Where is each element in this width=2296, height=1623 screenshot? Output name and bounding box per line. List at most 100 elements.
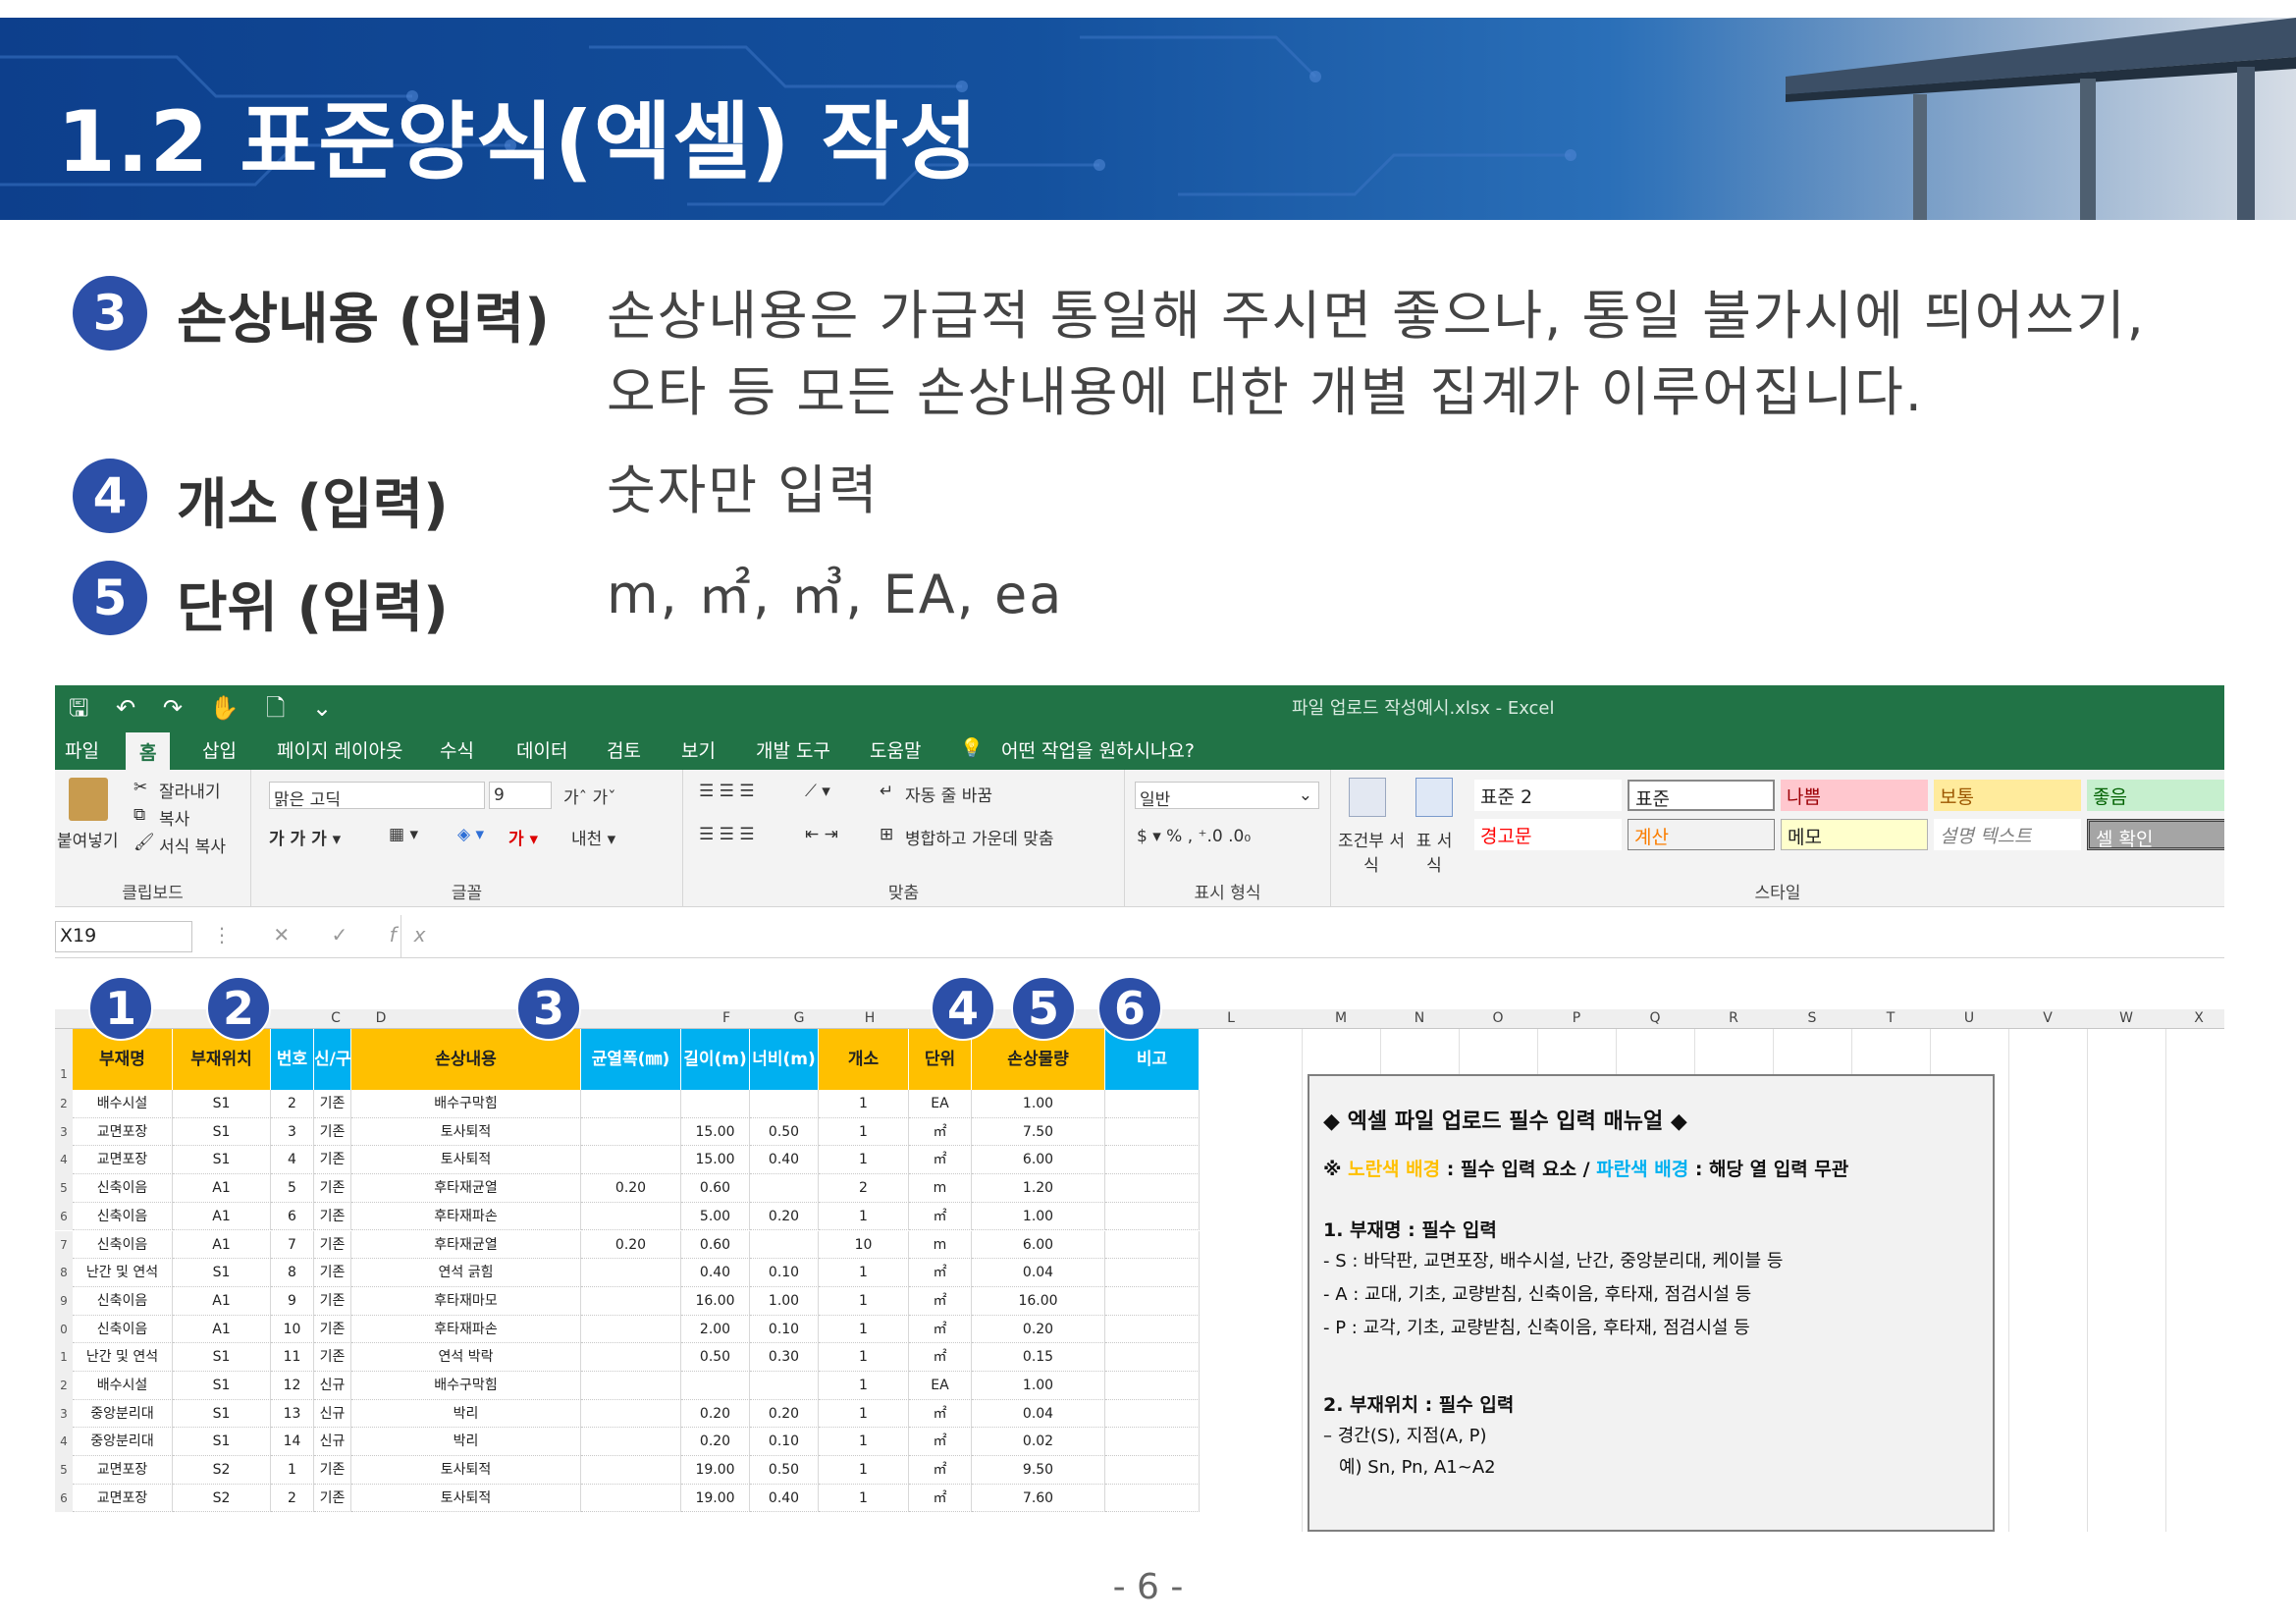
table-cell[interactable]: 1.00 — [972, 1202, 1105, 1231]
style-neutral[interactable]: 보통 — [1934, 780, 2081, 811]
table-cell[interactable]: A1 — [173, 1315, 271, 1344]
column-header[interactable]: 개소 — [819, 1029, 909, 1090]
column-letter[interactable]: X — [2179, 1010, 2218, 1026]
table-cell[interactable] — [1105, 1117, 1200, 1147]
table-cell[interactable]: A1 — [173, 1202, 271, 1231]
table-cell[interactable] — [1105, 1372, 1200, 1400]
table-cell[interactable]: A1 — [173, 1286, 271, 1316]
column-header[interactable]: 번호 — [271, 1029, 314, 1090]
manual-textbox[interactable]: ◆ 엑셀 파일 업로드 필수 입력 매뉴얼 ◆ ※ 노란색 배경 : 필수 입력… — [1308, 1074, 1995, 1532]
table-cell[interactable]: 0.40 — [750, 1146, 819, 1175]
table-cell[interactable]: S1 — [173, 1117, 271, 1147]
conditional-format-button[interactable]: 조건부 서식 — [1337, 827, 1406, 876]
column-letter[interactable]: V — [2028, 1010, 2067, 1026]
table-cell[interactable]: 연석 박락 — [351, 1343, 581, 1372]
font-color-icon[interactable]: 가 ▾ — [508, 825, 538, 849]
style-check-cell[interactable]: 셀 확인 — [2087, 819, 2224, 850]
table-cell[interactable]: 0.20 — [750, 1399, 819, 1429]
table-cell[interactable]: 기존 — [314, 1343, 351, 1372]
table-cell[interactable]: 1 — [819, 1372, 909, 1400]
row-number[interactable]: 2 — [55, 1090, 73, 1118]
table-cell[interactable] — [1105, 1428, 1200, 1457]
row-number[interactable]: 0 — [55, 1315, 73, 1344]
table-cell[interactable] — [581, 1315, 681, 1344]
table-cell[interactable]: S1 — [173, 1372, 271, 1400]
table-cell[interactable]: 2 — [271, 1090, 314, 1118]
column-letter[interactable]: T — [1871, 1010, 1910, 1026]
table-cell[interactable]: 신규 — [314, 1428, 351, 1457]
column-letter[interactable]: D — [361, 1010, 400, 1026]
table-cell[interactable]: 신축이음 — [73, 1174, 173, 1203]
table-cell[interactable]: 기존 — [314, 1259, 351, 1287]
table-cell[interactable]: 배수구막힘 — [351, 1090, 581, 1118]
wrap-text-button[interactable]: 자동 줄 바꿈 — [905, 782, 992, 806]
table-cell[interactable]: m — [909, 1174, 972, 1203]
table-cell[interactable] — [1105, 1146, 1200, 1175]
table-cell[interactable]: 2 — [819, 1174, 909, 1203]
column-letter[interactable]: W — [2107, 1010, 2146, 1026]
tab-review[interactable]: 검토 — [607, 736, 641, 763]
table-cell[interactable]: 교면포장 — [73, 1484, 173, 1513]
table-cell[interactable]: ㎡ — [909, 1146, 972, 1175]
table-cell[interactable]: 박리 — [351, 1399, 581, 1429]
table-cell[interactable]: 9.50 — [972, 1456, 1105, 1485]
cut-button[interactable]: 잘라내기 — [159, 778, 221, 802]
table-cell[interactable]: 7.50 — [972, 1117, 1105, 1147]
table-cell[interactable] — [750, 1174, 819, 1203]
table-cell[interactable]: 1 — [819, 1202, 909, 1231]
table-cell[interactable]: 12 — [271, 1372, 314, 1400]
table-cell[interactable]: 기존 — [314, 1202, 351, 1231]
table-cell[interactable]: 0.60 — [681, 1230, 750, 1260]
table-cell[interactable] — [581, 1090, 681, 1118]
paste-button[interactable]: 붙여넣기 — [57, 827, 119, 851]
format-painter-button[interactable]: 서식 복사 — [159, 833, 226, 857]
table-cell[interactable] — [1105, 1484, 1200, 1513]
table-cell[interactable] — [750, 1090, 819, 1118]
column-letter[interactable]: L — [1211, 1010, 1251, 1026]
table-cell[interactable]: 2 — [271, 1484, 314, 1513]
table-cell[interactable] — [581, 1202, 681, 1231]
tab-help[interactable]: 도움말 — [870, 736, 921, 763]
table-cell[interactable]: A1 — [173, 1174, 271, 1203]
table-cell[interactable]: 1 — [819, 1259, 909, 1287]
column-letter[interactable]: R — [1714, 1010, 1753, 1026]
table-cell[interactable]: 15.00 — [681, 1146, 750, 1175]
table-cell[interactable]: 0.15 — [972, 1343, 1105, 1372]
merge-center-button[interactable]: 병합하고 가운데 맞춤 — [905, 825, 1054, 849]
table-cell[interactable]: 난간 및 연석 — [73, 1343, 173, 1372]
table-cell[interactable]: 1.20 — [972, 1174, 1105, 1203]
style-bad[interactable]: 나쁨 — [1781, 780, 1928, 811]
row-number[interactable]: 3 — [55, 1117, 73, 1147]
table-cell[interactable]: 연석 긁힘 — [351, 1259, 581, 1287]
column-header[interactable]: 너비(m) — [750, 1029, 819, 1090]
table-cell[interactable] — [581, 1117, 681, 1147]
table-cell[interactable]: S1 — [173, 1399, 271, 1429]
orientation-icon[interactable]: ⟋ ▾ — [805, 782, 830, 801]
table-cell[interactable]: 신축이음 — [73, 1315, 173, 1344]
row-number[interactable]: 6 — [55, 1202, 73, 1231]
column-header[interactable]: 균열폭(㎜) — [581, 1029, 681, 1090]
table-cell[interactable]: 0.04 — [972, 1259, 1105, 1287]
table-cell[interactable]: S1 — [173, 1343, 271, 1372]
table-cell[interactable]: 토사퇴적 — [351, 1456, 581, 1485]
table-cell[interactable]: 11 — [271, 1343, 314, 1372]
table-cell[interactable] — [1105, 1090, 1200, 1118]
column-header[interactable]: 부재위치 — [173, 1029, 271, 1090]
table-cell[interactable]: EA — [909, 1372, 972, 1400]
table-cell[interactable]: 1.00 — [972, 1372, 1105, 1400]
style-note[interactable]: 메모 — [1781, 819, 1928, 850]
table-cell[interactable]: 기존 — [314, 1117, 351, 1147]
table-cell[interactable]: 19.00 — [681, 1456, 750, 1485]
table-cell[interactable] — [1105, 1259, 1200, 1287]
table-cell[interactable]: ㎡ — [909, 1286, 972, 1316]
formula-input[interactable] — [400, 915, 2224, 957]
table-cell[interactable] — [681, 1372, 750, 1400]
table-cell[interactable]: 5 — [271, 1174, 314, 1203]
quick-access-toolbar[interactable]: 🖫 ↶ ↷ ✋ 🗋 ⌄ — [69, 691, 342, 731]
copy-button[interactable]: 복사 — [159, 805, 189, 830]
table-cell[interactable]: 1 — [819, 1399, 909, 1429]
table-cell[interactable]: ㎡ — [909, 1484, 972, 1513]
table-cell[interactable]: 7.60 — [972, 1484, 1105, 1513]
table-cell[interactable]: 6.00 — [972, 1230, 1105, 1260]
table-cell[interactable] — [581, 1146, 681, 1175]
